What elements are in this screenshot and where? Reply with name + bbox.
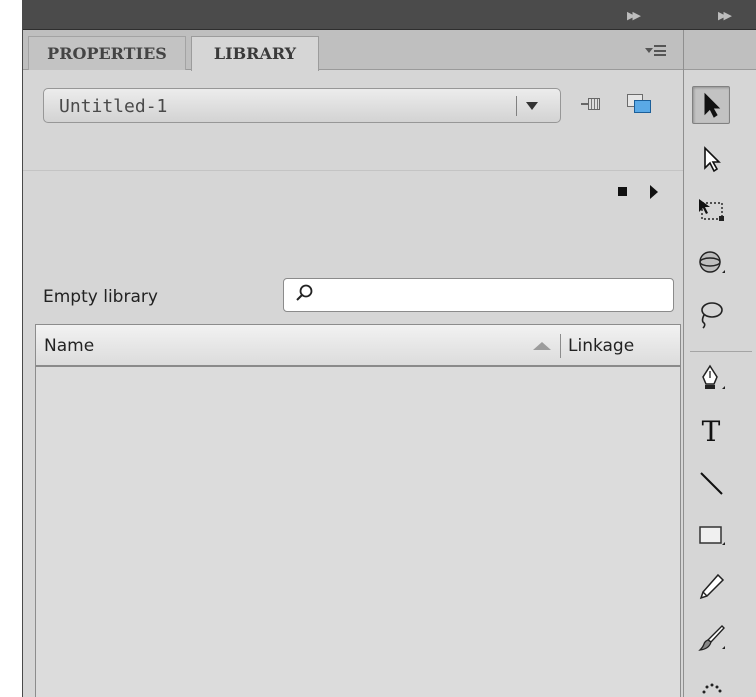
rectangle-tool[interactable] <box>692 516 730 554</box>
deco-tool[interactable] <box>692 672 730 697</box>
pencil-tool[interactable] <box>692 568 730 606</box>
tools-header <box>684 30 756 70</box>
free-transform-tool[interactable] <box>692 192 730 230</box>
play-icon[interactable] <box>650 185 658 199</box>
selection-tool[interactable] <box>692 86 730 124</box>
tools-divider <box>690 351 752 352</box>
selection-arrow-icon <box>704 92 721 118</box>
pencil-icon <box>699 573 725 600</box>
line-tool[interactable] <box>692 464 730 502</box>
collapse-library-panel-button[interactable]: ▶▶ <box>627 9 641 22</box>
pen-tool[interactable] <box>692 360 730 398</box>
column-linkage-header[interactable]: Linkage <box>568 336 634 356</box>
tools-panel: T <box>683 30 756 697</box>
menu-lines-icon <box>654 45 666 56</box>
library-status-text: Empty library <box>43 287 158 307</box>
library-column-header: Name Linkage <box>35 324 681 367</box>
column-name-header[interactable]: Name <box>44 336 94 356</box>
library-item-list[interactable] <box>35 367 681 697</box>
collapse-tools-panel-button[interactable]: ▶▶ <box>718 9 732 22</box>
subselection-tool[interactable] <box>692 140 730 178</box>
document-select-value: Untitled-1 <box>59 96 168 117</box>
lasso-icon <box>701 302 723 329</box>
rectangle-icon <box>699 526 725 545</box>
library-panel: PROPERTIES LIBRARY Untitled-1 Empty libr… <box>23 30 683 697</box>
pen-icon <box>702 364 725 389</box>
sort-ascending-icon[interactable] <box>533 342 551 350</box>
stop-icon[interactable] <box>618 187 627 196</box>
pin-library-icon[interactable] <box>581 96 603 112</box>
panel-dock-topbar: ▶▶ ▶▶ <box>23 0 756 30</box>
free-transform-icon <box>699 199 724 221</box>
3d-rotation-tool[interactable] <box>692 244 730 282</box>
column-separator <box>560 334 561 358</box>
library-search-input[interactable] <box>320 282 665 308</box>
document-select[interactable]: Untitled-1 <box>43 88 561 123</box>
3d-rotation-icon <box>699 251 725 273</box>
text-tool[interactable]: T <box>692 412 730 450</box>
subselection-arrow-icon <box>704 146 721 173</box>
text-icon: T <box>702 415 721 447</box>
lasso-tool[interactable] <box>692 296 730 334</box>
magnifier-icon <box>296 284 313 301</box>
deco-icon <box>702 683 722 694</box>
library-preview-area <box>23 170 683 270</box>
panel-front-shape <box>634 100 651 113</box>
panel-tab-bar: PROPERTIES LIBRARY <box>23 30 683 71</box>
menu-arrow-icon <box>645 48 653 53</box>
pin-head <box>588 98 600 110</box>
brush-icon <box>698 625 725 651</box>
line-icon <box>700 472 723 495</box>
svg-text:T: T <box>702 415 721 447</box>
panel-menu-icon[interactable] <box>645 44 667 58</box>
library-search-field[interactable] <box>283 278 674 312</box>
flash-panels: ▶▶ ▶▶ PROPERTIES LIBRARY Untitled-1 Empt… <box>22 0 756 697</box>
select-divider <box>516 96 517 116</box>
brush-tool[interactable] <box>692 620 730 658</box>
tab-library[interactable]: LIBRARY <box>191 36 319 71</box>
tab-properties[interactable]: PROPERTIES <box>28 36 186 70</box>
chevron-down-icon[interactable] <box>526 102 538 110</box>
new-library-panel-icon[interactable] <box>627 94 653 114</box>
